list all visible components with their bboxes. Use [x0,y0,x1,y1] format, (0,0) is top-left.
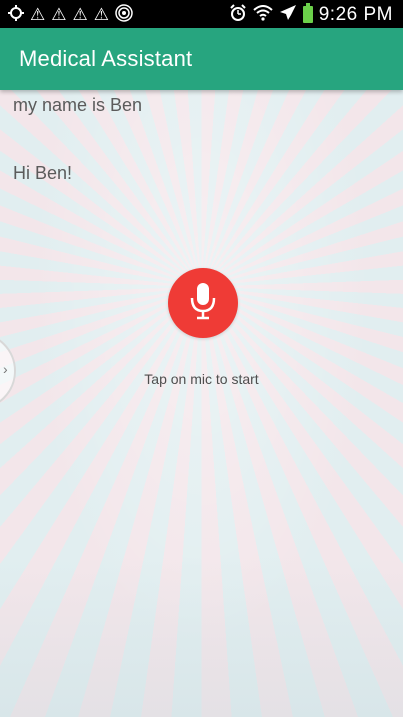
warning-icon: ⚠ [93,4,109,24]
background-fade [0,557,403,717]
status-right-icons: 9:26 PM [229,2,393,25]
location-target-icon [8,4,24,24]
warning-icon: ⚠ [72,4,88,24]
screen: ⚠ ⚠ ⚠ ⚠ 9:26 PM Medical Assistant my nam… [0,0,403,717]
app-bar: Medical Assistant [0,28,403,90]
warning-icon: ⚠ [30,4,46,24]
warning-icon: ⚠ [51,4,67,24]
status-time: 9:26 PM [318,3,393,25]
status-bar: ⚠ ⚠ ⚠ ⚠ 9:26 PM [0,0,403,28]
microphone-icon [188,282,218,325]
status-left-icons: ⚠ ⚠ ⚠ ⚠ [8,3,133,25]
airplane-icon [279,4,297,25]
mic-hint: Tap on mic to start [144,371,259,387]
battery-icon [302,2,313,23]
mic-button[interactable] [168,268,238,338]
bot-message: Hi Ben! [13,163,73,183]
wifi-icon [253,4,273,24]
app-title: Medical Assistant [19,46,193,71]
signal-ring-icon [115,3,133,25]
alarm-clock-icon [229,3,247,25]
user-message: my name is Ben [13,95,143,115]
